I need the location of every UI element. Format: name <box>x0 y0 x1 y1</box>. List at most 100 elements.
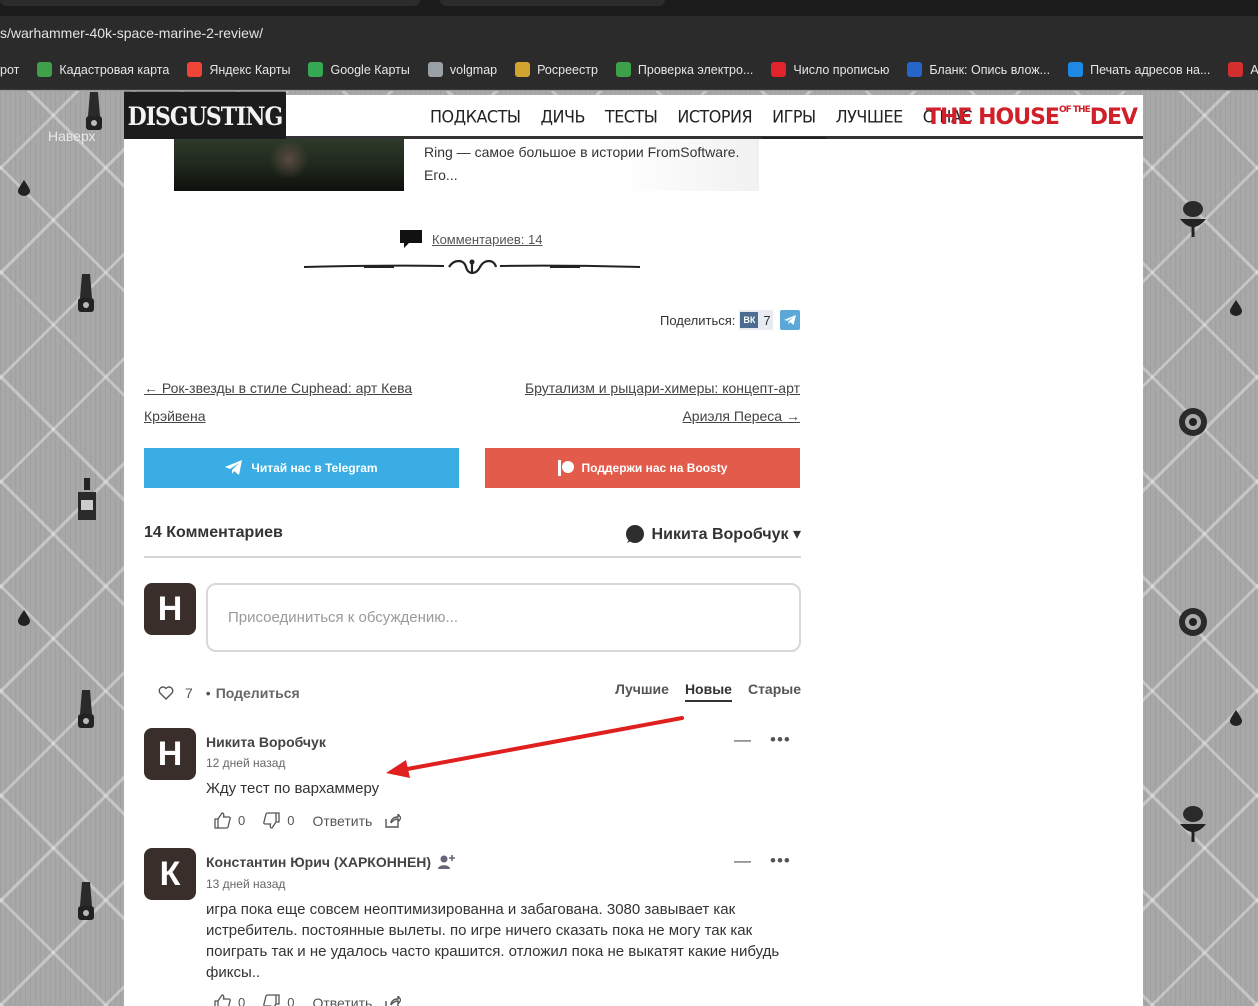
disqus-bubble-icon <box>625 525 644 543</box>
sort-tab[interactable]: Лучшие <box>615 681 669 702</box>
prev-article-link[interactable]: ← Рок-звезды в стиле Cuphead: арт Кева К… <box>144 374 434 430</box>
comment-time[interactable]: 13 дней назад <box>206 877 285 891</box>
disqus-user-menu[interactable]: Никита Воробчук ▾ <box>625 524 801 544</box>
more-options-button[interactable]: ••• <box>770 730 791 749</box>
more-options-button[interactable]: ••• <box>770 851 791 870</box>
telegram-subscribe-button[interactable]: Читай нас в Telegram <box>144 448 459 488</box>
comment-menu: — ••• <box>734 851 791 871</box>
letter-f-icon <box>907 62 923 77</box>
separator-dot: • <box>205 685 211 701</box>
reply-button[interactable]: Ответить <box>312 813 372 829</box>
vk-share-button[interactable]: ВК 7 <box>739 310 774 330</box>
skull-ring-icon <box>1176 600 1210 644</box>
map-pin-icon <box>187 62 203 77</box>
nav-item[interactable]: ИСТОРИЯ <box>667 94 762 140</box>
next-article-link[interactable]: Брутализм и рыцари-химеры: концепт-арт А… <box>500 374 800 430</box>
comments-count-link[interactable]: Комментариев: 14 <box>398 228 542 250</box>
telegram-share-button[interactable] <box>780 310 801 330</box>
bookmark-item[interactable]: Печать адресов на... <box>1068 62 1210 77</box>
hat-icon <box>1176 195 1210 239</box>
nav-item[interactable]: ЛУЧШЕЕ <box>826 94 913 140</box>
sort-tabs: Лучшие Новые Старые <box>599 681 801 702</box>
thumbs-down-icon[interactable] <box>263 994 280 1006</box>
bookmark-item[interactable]: Проверка электро... <box>615 62 754 77</box>
reply-button[interactable]: Ответить <box>312 995 372 1006</box>
badge-icon <box>1176 400 1210 444</box>
comment-avatar[interactable]: К <box>144 848 196 900</box>
comment-author[interactable]: Никита Воробчук <box>206 734 326 750</box>
promo-small: OF THE <box>1058 105 1091 115</box>
collapse-button[interactable]: — <box>734 730 752 749</box>
follow-user-icon[interactable] <box>438 854 456 870</box>
site-logo[interactable]: DISGUSTING MEN <box>124 91 286 183</box>
bookmarks-bar: рот Кадастровая карта Яндекс Карты Google К… <box>0 50 1258 90</box>
comment-actions: 0 0 Ответить <box>214 994 402 1006</box>
thumbs-up-icon[interactable] <box>214 812 231 829</box>
bookmark-label: Проверка электро... <box>637 62 754 77</box>
collapse-button[interactable]: — <box>734 851 752 870</box>
bookmark-item[interactable]: volgmap <box>427 62 497 77</box>
share-icon[interactable] <box>385 813 402 828</box>
bookmark-label: Бланк: Опись влож... <box>929 62 1051 77</box>
thread-share-button[interactable]: Поделиться <box>216 685 300 701</box>
next-article-text[interactable]: Брутализм и рыцари-химеры: концепт-арт А… <box>525 380 800 424</box>
ornament-divider-icon <box>304 259 640 275</box>
bookmark-label: Google Карты <box>330 62 410 77</box>
telegram-icon <box>784 315 797 325</box>
share-icon[interactable] <box>385 995 402 1006</box>
url-text: s/warhammer-40k-space-marine-2-review/ <box>0 25 263 41</box>
comment-author[interactable]: Константин Юрич (ХАРКОННЕН) <box>206 854 431 870</box>
site-header: DISGUSTING MEN ПОДКАСТЫДИЧЬТЕСТЫИСТОРИЯИ… <box>124 91 1143 183</box>
hat-icon <box>1176 800 1210 844</box>
thumbs-up-icon[interactable] <box>214 994 231 1006</box>
nav-item[interactable]: ПОДКАСТЫ <box>420 94 531 140</box>
downvote-count: 0 <box>287 995 295 1006</box>
browser-tab[interactable] <box>440 0 665 6</box>
bookmark-item[interactable]: Google Карты <box>308 62 410 77</box>
current-user-avatar[interactable]: Н <box>144 583 196 635</box>
nav-item[interactable]: ТЕСТЫ <box>595 94 667 140</box>
telegram-button-label: Читай нас в Telegram <box>251 461 378 475</box>
boosty-icon <box>557 460 574 476</box>
heart-icon[interactable] <box>158 685 174 701</box>
related-article-image[interactable] <box>174 139 404 191</box>
comment-time[interactable]: 12 дней назад <box>206 756 285 770</box>
bookmark-item[interactable]: Кадастровая карта <box>37 62 169 77</box>
upvote-count: 0 <box>238 995 246 1006</box>
bookmark-item[interactable]: Росреестр <box>515 62 598 77</box>
boosty-button-label: Поддержи нас на Boosty <box>581 461 728 475</box>
comment-input[interactable] <box>228 585 788 650</box>
prev-article-text[interactable]: ← Рок-звезды в стиле Cuphead: арт Кева К… <box>144 380 412 424</box>
browser-tab[interactable] <box>0 0 420 6</box>
disqus-user-name: Никита Воробчук ▾ <box>651 526 801 543</box>
comment-input-box[interactable] <box>206 583 801 652</box>
house-of-the-dev-promo[interactable]: THE HOUSEOF THEDEV <box>926 105 1138 130</box>
nav-item[interactable]: ДИЧЬ <box>531 94 595 140</box>
address-bar[interactable]: s/warhammer-40k-space-marine-2-review/ <box>0 16 1258 50</box>
bookmark-label: рот <box>0 62 20 77</box>
drop-icon <box>1230 300 1242 316</box>
bookmark-item[interactable]: Яндекс Карты <box>187 62 290 77</box>
nav-item[interactable]: ИГРЫ <box>762 94 826 141</box>
archive-icon <box>1228 62 1244 77</box>
comment-avatar[interactable]: Н <box>144 728 196 780</box>
thumbs-down-icon[interactable] <box>263 812 280 829</box>
downvote-count: 0 <box>287 813 295 828</box>
sort-tab[interactable]: Старые <box>748 681 801 702</box>
boosty-support-button[interactable]: Поддержи нас на Boosty <box>485 448 800 488</box>
globe-icon <box>427 62 443 77</box>
comment-menu: — ••• <box>734 730 791 750</box>
promo-end: DEV <box>1089 105 1138 130</box>
back-to-top-link[interactable]: Наверх <box>48 128 96 144</box>
bookmark-item[interactable]: Число прописью <box>771 62 889 77</box>
drop-icon <box>18 180 30 196</box>
share-bar: Поделиться: ВК 7 <box>660 310 801 330</box>
bookmark-item[interactable]: Архив бес <box>1228 62 1258 77</box>
sort-tab[interactable]: Новые <box>684 681 732 702</box>
razor-icon <box>70 688 104 732</box>
bookmark-item[interactable]: Бланк: Опись влож... <box>907 62 1050 77</box>
comments-count-text[interactable]: Комментариев: 14 <box>432 232 542 247</box>
related-article-excerpt[interactable]: Ring — самое большое в истории FromSoftw… <box>424 141 764 187</box>
bottle-icon <box>70 478 104 522</box>
bookmark-item[interactable]: рот <box>0 63 19 77</box>
